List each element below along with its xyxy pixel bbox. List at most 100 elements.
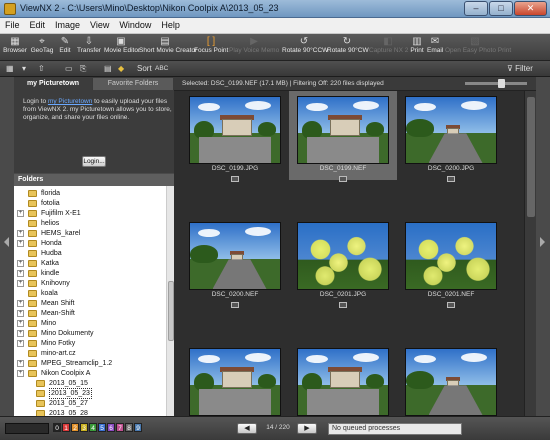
label-chip[interactable]: 6: [107, 423, 115, 432]
cloud: [414, 103, 436, 111]
thumbnail-item[interactable]: DSC_0201.NEF: [397, 182, 505, 308]
thumbnail-filename: DSC_0200.JPG: [427, 165, 475, 172]
expand-folder-icon[interactable]: +: [17, 240, 24, 247]
capture-nx-button[interactable]: ◧ Capture NX 2: [369, 36, 408, 59]
selection-info-bar: Selected: DSC_0199.NEF (17.1 MB) | Filte…: [174, 77, 536, 91]
browser-button[interactable]: ▦ Browser: [3, 36, 27, 59]
expand-folder-icon[interactable]: +: [17, 230, 24, 237]
menu-image[interactable]: Image: [50, 18, 85, 30]
login-button[interactable]: Login...: [82, 156, 106, 167]
label-chip[interactable]: 2: [71, 423, 79, 432]
cloud: [414, 355, 436, 363]
folder-tree-scrollbar[interactable]: [166, 186, 174, 416]
close-button[interactable]: ✕: [514, 1, 547, 16]
menu-view[interactable]: View: [85, 18, 114, 30]
label-chip[interactable]: 0: [53, 423, 61, 432]
zoom-slider-knob[interactable]: [498, 79, 505, 88]
right-panel-collapse-strip[interactable]: [536, 77, 550, 416]
menu-window[interactable]: Window: [114, 18, 156, 30]
maximize-button[interactable]: □: [489, 1, 513, 16]
label-chip[interactable]: 9: [134, 423, 142, 432]
expand-folder-icon[interactable]: +: [17, 330, 24, 337]
expand-folder-icon[interactable]: +: [17, 280, 24, 287]
play-voice-memo-button[interactable]: ▶ Play Voice Memo: [229, 36, 279, 59]
thumbnail-item[interactable]: [289, 308, 397, 416]
folder-copy-icon[interactable]: ⎘: [80, 63, 86, 75]
expand-folder-icon[interactable]: +: [17, 360, 24, 367]
sort-select[interactable]: ABC: [155, 63, 168, 75]
tab-my-picturetown[interactable]: my Picturetown: [14, 78, 92, 90]
view-options-icon[interactable]: ▾: [22, 63, 26, 75]
previous-button[interactable]: ◀: [237, 423, 257, 434]
cloud: [245, 101, 271, 110]
folder-label: 2013_05_28: [49, 410, 88, 416]
house: [330, 119, 360, 136]
thumbnail-size-icon[interactable]: ▤: [104, 63, 112, 75]
movie-editor-button[interactable]: ▣ Movie Editor: [104, 36, 140, 59]
page-indicator: 14 / 220: [266, 424, 290, 431]
folder-up-icon[interactable]: ⇧: [38, 63, 45, 75]
voice-memo-icon: ▶: [250, 36, 258, 47]
thumbnail-item[interactable]: DSC_0200.JPG: [397, 91, 505, 182]
folder-item[interactable]: 2013_05_28: [14, 408, 166, 416]
expand-folder-icon[interactable]: +: [17, 320, 24, 327]
thumbnail-item[interactable]: DSC_0201.JPG: [289, 182, 397, 308]
filter-button[interactable]: ⊽ Filter: [507, 63, 533, 75]
thumbnail-scroll-thumb[interactable]: [527, 97, 535, 217]
thumbnail-scrollbar[interactable]: [524, 91, 536, 416]
label-chip[interactable]: 4: [89, 423, 97, 432]
tab-favorite-folders[interactable]: Favorite Folders: [93, 78, 173, 90]
menu-edit[interactable]: Edit: [25, 18, 51, 30]
edit-button[interactable]: ✎ Edit: [57, 36, 73, 59]
folder-new-icon[interactable]: ▭: [65, 63, 73, 75]
view-grid-icon[interactable]: ▦: [6, 63, 14, 75]
print-button[interactable]: ▥ Print: [409, 36, 425, 59]
expand-folder-icon[interactable]: +: [17, 260, 24, 267]
rotate-ccw-button[interactable]: ↺ Rotate 90°CCW: [282, 36, 328, 59]
folder-tree: florida fotolia + Fujifilm X-E1 helios + HEMS_…: [14, 186, 166, 416]
expand-folder-icon[interactable]: +: [17, 370, 24, 377]
thumbnail-area: Selected: DSC_0199.NEF (17.1 MB) | Filte…: [174, 77, 536, 416]
thumbnail-item[interactable]: [181, 308, 289, 416]
status-bar: 0123456789 ◀ 14 / 220 ▶ No queued proces…: [0, 416, 550, 440]
rotate-cw-button[interactable]: ↻ Rotate 90°CW: [327, 36, 369, 59]
tree: [258, 374, 276, 388]
cloud: [461, 101, 487, 110]
left-panel-collapse-strip[interactable]: [0, 77, 14, 416]
window-title: ViewNX 2 - C:\Users\Mino\Desktop\Nikon C…: [20, 3, 279, 13]
label-chip[interactable]: 7: [116, 423, 124, 432]
collapse-left-icon[interactable]: [4, 237, 9, 247]
folder-icon: [28, 340, 37, 347]
road: [199, 388, 271, 415]
expand-folder-icon[interactable]: +: [17, 300, 24, 307]
email-button[interactable]: ✉ Email: [427, 36, 443, 59]
expand-folder-icon[interactable]: +: [17, 270, 24, 277]
next-button[interactable]: ▶: [297, 423, 317, 434]
geotag-button[interactable]: ⌖ GeoTag: [29, 36, 55, 59]
expand-folder-icon[interactable]: +: [17, 340, 24, 347]
thumbnail-item[interactable]: DSC_0199.NEF: [289, 91, 397, 182]
edit-icon: ✎: [60, 36, 70, 47]
expand-folder-icon[interactable]: +: [17, 210, 24, 217]
short-movie-creator-button[interactable]: ▤ Short Movie Creator: [139, 36, 197, 59]
label-chip[interactable]: 1: [62, 423, 70, 432]
expand-folder-icon[interactable]: +: [17, 310, 24, 317]
rating-filter[interactable]: [5, 423, 49, 434]
label-chip[interactable]: 3: [80, 423, 88, 432]
easy-photo-print-button[interactable]: ▧ Open Easy Photo Print: [445, 36, 511, 59]
label-chip[interactable]: 5: [98, 423, 106, 432]
menu-file[interactable]: File: [0, 18, 25, 30]
focus-point-button[interactable]: [ ] Focus Point: [194, 36, 228, 59]
thumbnail-item[interactable]: [397, 308, 505, 416]
minimize-button[interactable]: –: [464, 1, 488, 16]
picturetown-link[interactable]: my Picturetown: [48, 98, 92, 105]
label-icon[interactable]: ◆: [118, 63, 124, 75]
label-chip[interactable]: 8: [125, 423, 133, 432]
expand-right-icon[interactable]: [540, 237, 545, 247]
thumbnail-item[interactable]: DSC_0200.NEF: [181, 182, 289, 308]
easy-print-icon: ▧: [470, 36, 480, 47]
thumbnail-item[interactable]: DSC_0199.JPG: [181, 91, 289, 182]
menu-help[interactable]: Help: [156, 18, 185, 30]
thumbnail-zoom-slider[interactable]: [465, 79, 527, 88]
transfer-button[interactable]: ⇩ Transfer: [76, 36, 102, 59]
